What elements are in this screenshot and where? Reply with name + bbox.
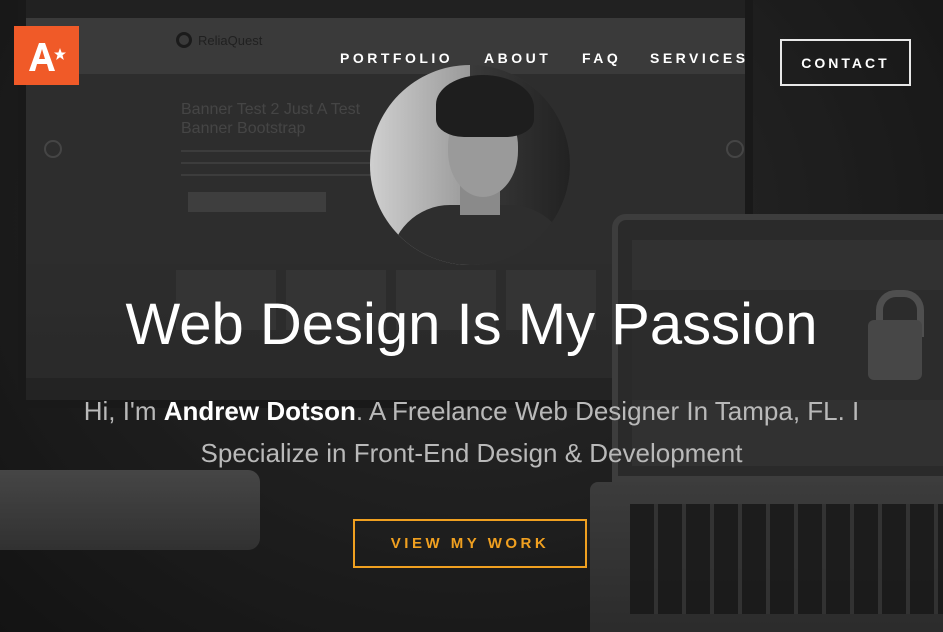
hero-intro: Hi, I'm Andrew Dotson. A Freelance Web D… xyxy=(50,390,893,474)
nav-link-services[interactable]: SERVICES xyxy=(650,50,749,66)
a-star-logo-icon xyxy=(28,42,66,71)
profile-photo xyxy=(370,65,570,265)
photo-hair xyxy=(436,75,534,137)
nav-link-faq[interactable]: FAQ xyxy=(582,50,621,66)
hero-headline: Web Design Is My Passion xyxy=(125,292,818,357)
site-logo[interactable] xyxy=(14,26,79,85)
nav-link-portfolio[interactable]: PORTFOLIO xyxy=(340,50,453,66)
view-my-work-button[interactable]: VIEW MY WORK xyxy=(353,519,587,568)
contact-button[interactable]: CONTACT xyxy=(780,39,911,86)
designer-name: Andrew Dotson xyxy=(163,396,356,426)
intro-prefix: Hi, I'm xyxy=(83,396,164,426)
nav-link-about[interactable]: ABOUT xyxy=(484,50,551,66)
